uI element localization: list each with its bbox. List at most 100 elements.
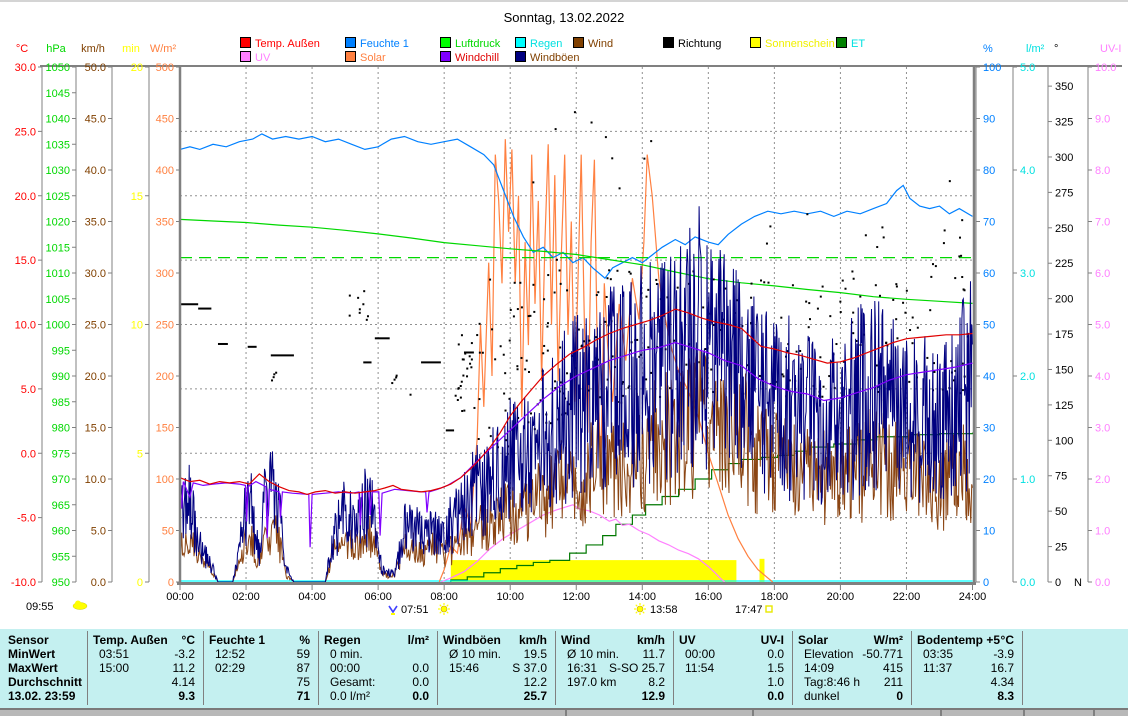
svg-text:0.0: 0.0: [21, 448, 36, 460]
table-separator: [203, 631, 204, 705]
svg-text:20.0: 20.0: [85, 371, 106, 383]
svg-text:1030: 1030: [46, 165, 70, 177]
cell-value: 0.0: [354, 675, 429, 688]
svg-text:15: 15: [131, 191, 143, 203]
svg-text:1.0: 1.0: [1020, 474, 1035, 486]
svg-text:0: 0: [983, 577, 989, 589]
svg-text:N: N: [1074, 577, 1082, 589]
svg-text:45.0: 45.0: [85, 114, 106, 126]
axis-c: °C-10.0-5.00.05.010.015.020.025.030.0: [11, 43, 42, 589]
cell-value: 1.0: [709, 675, 784, 688]
svg-text:80: 80: [983, 165, 995, 177]
cell-value: 0.0: [709, 689, 784, 702]
svg-text:50: 50: [162, 526, 174, 538]
svg-text:50: 50: [983, 320, 995, 332]
col-unit: °C: [127, 633, 195, 646]
svg-text:0.0: 0.0: [1095, 577, 1110, 589]
svg-text:10: 10: [131, 320, 143, 332]
svg-text:25: 25: [1055, 542, 1067, 554]
cell-value: 25.7: [473, 689, 547, 702]
cell-value: S 37.0: [473, 661, 547, 674]
svg-text:955: 955: [52, 551, 70, 563]
time-label: 10:00: [496, 591, 524, 603]
col-title-regen: Regen: [324, 633, 361, 646]
cell-value: -3.2: [123, 647, 195, 660]
time-label: 08:00: [430, 591, 458, 603]
svg-text:5.0: 5.0: [21, 384, 36, 396]
svg-text:1035: 1035: [46, 139, 70, 151]
axis-w-m: W/m²050100150200250300350400450500: [150, 43, 180, 589]
series-solar: [439, 139, 773, 582]
svg-text:400: 400: [156, 165, 174, 177]
svg-text:40: 40: [983, 371, 995, 383]
svg-text:995: 995: [52, 345, 70, 357]
svg-text:0.0: 0.0: [91, 577, 106, 589]
row-label: 13.02. 23:59: [8, 689, 75, 702]
svg-text:200: 200: [156, 371, 174, 383]
time-label: 16:00: [695, 591, 723, 603]
axis-uv-i: UV-I0.01.02.03.04.05.06.07.08.09.010.0: [1088, 43, 1121, 589]
svg-text:30.0: 30.0: [15, 62, 36, 74]
series-sonnenschein: [451, 559, 765, 582]
time-label: 04:00: [298, 591, 326, 603]
axis-unit-label: °: [1054, 43, 1058, 55]
cell-value: 16.7: [947, 661, 1014, 674]
svg-text:10.0: 10.0: [85, 474, 106, 486]
time-label: 06:00: [364, 591, 392, 603]
svg-text:350: 350: [156, 217, 174, 229]
svg-text:5.0: 5.0: [91, 526, 106, 538]
col-unit: l/m²: [358, 633, 429, 646]
svg-text:35.0: 35.0: [85, 217, 106, 229]
col-unit: °C: [951, 633, 1014, 646]
svg-text:100: 100: [156, 474, 174, 486]
table-separator: [555, 631, 556, 705]
svg-text:970: 970: [52, 474, 70, 486]
table-separator: [911, 631, 912, 705]
cell-value: 71: [239, 689, 310, 702]
svg-text:250: 250: [156, 320, 174, 332]
row-label: MaxWert: [8, 661, 58, 674]
svg-text:70: 70: [983, 217, 995, 229]
col-unit: km/h: [595, 633, 665, 646]
status-bar: [0, 708, 1128, 716]
table-separator: [318, 631, 319, 705]
cell-value: 0.0: [709, 647, 784, 660]
svg-text:3.0: 3.0: [1095, 423, 1110, 435]
cell-value: 8.2: [591, 675, 665, 688]
cell-value: 9.3: [123, 689, 195, 702]
svg-text:1025: 1025: [46, 191, 70, 203]
axis-unit-label: °C: [16, 43, 28, 55]
cell-value: 211: [828, 675, 903, 688]
cell-value: -3.9: [947, 647, 1014, 660]
cell-value: 75: [239, 675, 310, 688]
series-feuchte-1: [180, 134, 973, 278]
axis-unit-label: UV-I: [1100, 43, 1121, 55]
svg-text:20: 20: [131, 62, 143, 74]
row-label: MinWert: [8, 647, 55, 660]
svg-text:50.0: 50.0: [85, 62, 106, 74]
cell-value: 19.5: [473, 647, 547, 660]
time-label: 24:00: [959, 591, 987, 603]
svg-text:975: 975: [52, 448, 70, 460]
cell-value: 87: [239, 661, 310, 674]
time-label: 18:00: [761, 591, 789, 603]
weather-app-window: Sonntag, 13.02.2022 Temp. AußenFeuchte 1…: [0, 0, 1128, 716]
svg-text:0.0: 0.0: [1020, 577, 1035, 589]
svg-text:75: 75: [1055, 471, 1067, 483]
svg-text:990: 990: [52, 371, 70, 383]
svg-text:200: 200: [1055, 294, 1073, 306]
svg-text:20: 20: [983, 474, 995, 486]
cell-value: 0: [828, 689, 903, 702]
svg-text:985: 985: [52, 397, 70, 409]
cell-value: 11.2: [123, 661, 195, 674]
status-bar-notch: [1023, 710, 1025, 716]
marker-time-label: 13:58: [650, 604, 678, 616]
svg-text:50: 50: [1055, 506, 1067, 518]
svg-text:10.0: 10.0: [1095, 62, 1116, 74]
sensor-stats-table: SensorMinWertMaxWertDurchschnitt13.02. 2…: [0, 629, 1128, 708]
marker-sunrise: 07:51: [389, 603, 450, 616]
row-label: Sensor: [8, 633, 49, 646]
axis-min: min05101520: [122, 43, 149, 589]
cell-value: 4.14: [123, 675, 195, 688]
cell-value: 8.3: [947, 689, 1014, 702]
